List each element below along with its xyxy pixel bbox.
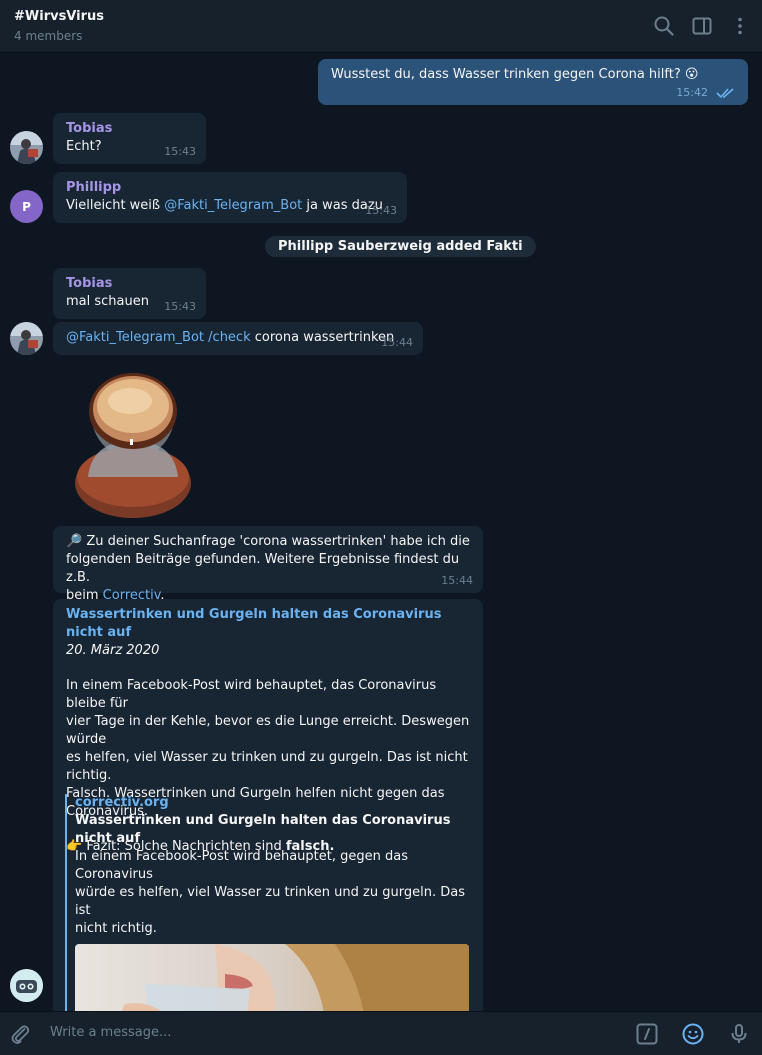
bot-command-link[interactable]: /check [204,330,250,345]
message-composer [0,1011,762,1055]
avatar-fakti-bot[interactable] [10,969,43,1002]
preview-body-line: In einem Facebook-Post wird behauptet, g… [75,849,408,882]
message-time: 15:44 [381,336,413,349]
avatar-tobias[interactable] [10,131,43,164]
attach-icon[interactable] [8,1022,32,1046]
article-body-line: In einem Facebook-Post wird behauptet, d… [66,678,437,711]
search-icon[interactable] [652,14,676,38]
message-text: Wusstest du, dass Wasser trinken gegen C… [331,67,699,82]
sender-name[interactable]: Tobias [66,120,193,138]
chat-title[interactable]: #WirvsVirus [14,9,104,24]
microphone-icon[interactable] [727,1022,751,1046]
message-time: 15:43 [164,300,196,313]
members-count[interactable]: 4 members [14,29,82,43]
message-time: 15:42 [676,86,708,99]
link-preview[interactable]: correctiv.org Wassertrinken und Gurgeln … [65,794,471,1011]
avatar-letter: P [22,199,31,214]
incoming-message[interactable]: Tobias mal schauen 15:43 [53,268,206,319]
hourglass-sticker[interactable] [70,371,196,521]
avatar-tobias[interactable] [10,322,43,355]
more-vertical-icon[interactable] [728,14,752,38]
preview-body-line: nicht richtig. [75,921,157,936]
message-text: @Fakti_Telegram_Bot /check corona wasser… [66,329,410,347]
preview-body-line: würde es helfen, viel Wasser zu trinken … [75,885,465,918]
read-checkmarks-icon [716,88,734,99]
message-time: 15:44 [441,574,473,587]
message-time: 15:43 [365,204,397,217]
service-message: Phillipp Sauberzweig added Fakti [265,236,536,257]
text-part: corona wassertrinken [250,330,395,345]
article-body-line: es helfen, viel Wasser zu trinken und zu… [66,750,468,783]
sender-name[interactable]: Phillipp [66,179,394,197]
article-body-line: vier Tage in der Kehle, bevor es die Lun… [66,714,470,747]
preview-site-name[interactable]: correctiv.org [75,794,471,812]
bot-command-icon[interactable] [635,1022,659,1046]
incoming-message[interactable]: Tobias Echt? 15:43 [53,113,206,164]
text-part: Vielleicht weiß [66,198,165,213]
message-list[interactable]: Wusstest du, dass Wasser trinken gegen C… [0,53,762,1011]
message-line: 🔎 Zu deiner Suchanfrage 'corona wassertr… [66,534,470,549]
message-input[interactable] [50,1025,610,1040]
bot-mention-link[interactable]: @Fakti_Telegram_Bot [164,198,302,213]
message-time: 15:43 [164,145,196,158]
message-text: Vielleicht weiß @Fakti_Telegram_Bot ja w… [66,197,394,215]
bot-mention-link[interactable]: @Fakti_Telegram_Bot [66,330,204,345]
incoming-message[interactable]: @Fakti_Telegram_Bot /check corona wasser… [53,322,423,355]
article-date: 20. März 2020 [66,643,160,658]
outgoing-message[interactable]: Wusstest du, dass Wasser trinken gegen C… [318,59,748,105]
incoming-message[interactable]: 🔎 Zu deiner Suchanfrage 'corona wassertr… [53,526,483,603]
incoming-message[interactable]: Wassertrinken und Gurgeln halten das Cor… [53,599,483,1011]
preview-image[interactable] [75,944,469,1011]
chat-header: #WirvsVirus 4 members [0,0,762,53]
message-line: folgenden Beiträge gefunden. Weitere Erg… [66,552,460,585]
emoji-icon[interactable] [681,1022,705,1046]
sender-name[interactable]: Tobias [66,275,193,293]
sidebar-toggle-icon[interactable] [690,14,714,38]
preview-title: Wassertrinken und Gurgeln halten das Cor… [75,813,451,846]
article-title[interactable]: Wassertrinken und Gurgeln halten das Cor… [66,606,470,642]
incoming-message[interactable]: Phillipp Vielleicht weiß @Fakti_Telegram… [53,172,407,223]
avatar-phillipp[interactable]: P [10,190,43,223]
